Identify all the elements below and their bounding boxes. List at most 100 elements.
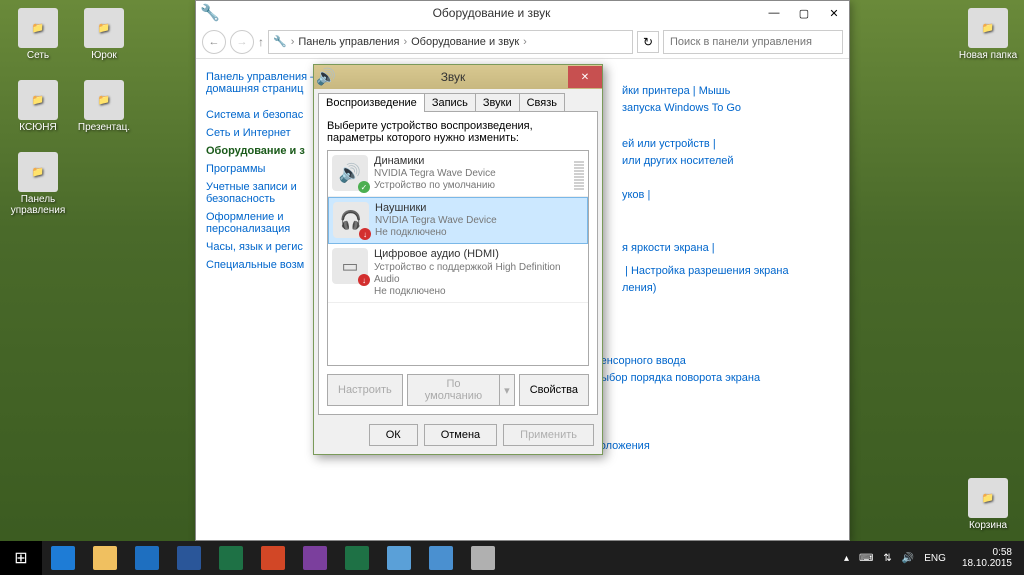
desktop-icon[interactable]: 📁 Презентац. <box>74 80 134 133</box>
folder-icon: 📁 <box>84 80 124 120</box>
app-icon <box>177 546 201 570</box>
status-badge-icon: ↓ <box>359 228 371 240</box>
link[interactable]: ей или устройств | <box>622 138 716 150</box>
desktop-icon[interactable]: 📁 КСЮНЯ <box>8 80 68 133</box>
set-default-button[interactable]: По умолчанию <box>407 374 499 406</box>
device-status: Устройство по умолчанию <box>374 180 574 192</box>
icon-label: Сеть <box>8 50 68 61</box>
folder-icon: 📁 <box>968 8 1008 48</box>
desktop-icon[interactable]: 📁Юрок <box>74 8 134 61</box>
desktop-icon[interactable]: 📁 Корзина <box>958 478 1018 531</box>
link[interactable]: ления) <box>622 282 656 294</box>
app-icon <box>219 546 243 570</box>
tray-more-icon[interactable]: ▴ <box>844 553 849 564</box>
taskbar-app-powerpoint[interactable] <box>252 541 294 575</box>
link[interactable]: Выбор порядка поворота экрана <box>594 372 760 384</box>
back-button[interactable]: ← <box>202 30 226 54</box>
taskbar-app-sound-dialog[interactable] <box>462 541 504 575</box>
folder-icon: 📁 <box>18 80 58 120</box>
folder-icon: 📁 <box>18 8 58 48</box>
device-status: Не подключено <box>374 286 584 298</box>
link[interactable]: запуска Windows To Go <box>622 102 741 114</box>
device-item[interactable]: 🎧↓НаушникиNVIDIA Tegra Wave DeviceНе под… <box>328 197 588 244</box>
device-desc: NVIDIA Tegra Wave Device <box>375 215 583 227</box>
device-item[interactable]: ▭↓ Цифровое аудио (HDMI)Устройство с подд… <box>328 244 588 302</box>
forward-button[interactable]: → <box>230 30 254 54</box>
app-icon <box>345 546 369 570</box>
taskbar-app-outlook[interactable] <box>126 541 168 575</box>
clock[interactable]: 0:58 18.10.2015 <box>956 547 1018 569</box>
ok-button[interactable]: ОК <box>369 424 418 446</box>
taskbar-app-excel[interactable] <box>210 541 252 575</box>
configure-button[interactable]: Настроить <box>327 374 403 406</box>
icon-label: КСЮНЯ <box>8 122 68 133</box>
taskbar-app-images[interactable] <box>420 541 462 575</box>
device-name: Цифровое аудио (HDMI) <box>374 248 584 261</box>
app-icon <box>135 546 159 570</box>
folder-icon: 📁 <box>968 478 1008 518</box>
taskbar: ⊞ ▴ ⌨ ⇅ 🔊 ENG 0:58 18.10.2015 <box>0 541 1024 575</box>
properties-button[interactable]: Свойства <box>519 374 589 406</box>
link[interactable]: или других носителей <box>622 155 734 167</box>
cancel-button[interactable]: Отмена <box>424 424 497 446</box>
device-desc: Устройство с поддержкой High Definition … <box>374 262 584 286</box>
folder-icon: 📁 <box>18 152 58 192</box>
tab-sounds[interactable]: Звуки <box>475 93 520 112</box>
taskbar-app-store[interactable] <box>336 541 378 575</box>
close-button[interactable]: ✕ <box>819 2 849 24</box>
status-badge-icon: ✓ <box>358 181 370 193</box>
taskbar-app-explorer[interactable] <box>84 541 126 575</box>
device-desc: NVIDIA Tegra Wave Device <box>374 168 574 180</box>
link[interactable]: я яркости экрана | <box>622 242 715 254</box>
control-panel-toolbar: ← → ↑ 🔧› Панель управления› Оборудование… <box>196 25 849 59</box>
volume-icon[interactable]: 🔊 <box>902 553 914 564</box>
taskbar-app-word[interactable] <box>168 541 210 575</box>
language-indicator[interactable]: ENG <box>924 553 946 564</box>
close-button[interactable]: ✕ <box>568 66 602 88</box>
tab-communications[interactable]: Связь <box>519 93 565 112</box>
tab-playback[interactable]: Воспроизведение <box>318 93 425 112</box>
icon-label: Корзина <box>958 520 1018 531</box>
search-input[interactable] <box>663 30 843 54</box>
sound-dialog: 🔊 Звук ✕ Воспроизведение Запись Звуки Св… <box>313 64 603 455</box>
up-button[interactable]: ↑ <box>258 35 264 49</box>
device-icon: ▭↓ <box>332 248 368 284</box>
set-default-dropdown[interactable]: ▾ <box>499 374 515 406</box>
taskbar-app-onenote[interactable] <box>294 541 336 575</box>
desktop-icon[interactable]: 📁 Сеть <box>8 8 68 61</box>
app-icon <box>51 546 75 570</box>
device-item[interactable]: 🔊✓ДинамикиNVIDIA Tegra Wave DeviceУстрой… <box>328 151 588 197</box>
icon-label: Новая папка <box>958 50 1018 61</box>
start-button[interactable]: ⊞ <box>0 541 42 575</box>
sound-dialog-titlebar[interactable]: 🔊 Звук ✕ <box>314 65 602 89</box>
minimize-button[interactable]: — <box>759 2 789 24</box>
app-icon <box>93 546 117 570</box>
link[interactable]: | Настройка разрешения экрана <box>625 265 789 277</box>
apply-button[interactable]: Применить <box>503 424 594 446</box>
desktop-icon[interactable]: 📁Панель управления <box>8 152 68 216</box>
device-icon: 🔊✓ <box>332 155 368 191</box>
network-icon[interactable]: ⇅ <box>883 553 891 564</box>
instruction-text: Выберите устройство воспроизведения, пар… <box>327 120 589 144</box>
device-name: Наушники <box>375 202 583 215</box>
taskbar-app-control-panel[interactable] <box>378 541 420 575</box>
keyboard-icon[interactable]: ⌨ <box>859 553 873 564</box>
maximize-button[interactable]: ▢ <box>789 2 819 24</box>
icon-label: Презентац. <box>74 122 134 133</box>
sound-tabs: Воспроизведение Запись Звуки Связь <box>314 89 602 112</box>
tab-recording[interactable]: Запись <box>424 93 476 112</box>
device-list[interactable]: 🔊✓ДинамикиNVIDIA Tegra Wave DeviceУстрой… <box>327 150 589 366</box>
breadcrumb[interactable]: 🔧› Панель управления› Оборудование и зву… <box>268 30 633 54</box>
control-panel-titlebar[interactable]: 🔧 Оборудование и звук — ▢ ✕ <box>196 1 849 25</box>
taskbar-app-ie[interactable] <box>42 541 84 575</box>
level-meter <box>574 155 584 192</box>
desktop-icon[interactable]: 📁 Новая папка <box>958 8 1018 61</box>
icon-label: Панель управления <box>8 194 68 216</box>
app-icon <box>303 546 327 570</box>
device-status: Не подключено <box>375 227 583 239</box>
app-icon <box>387 546 411 570</box>
link[interactable]: уков | <box>622 189 650 201</box>
status-badge-icon: ↓ <box>358 274 370 286</box>
link[interactable]: йки принтера | Мышь <box>622 85 730 97</box>
refresh-button[interactable]: ↻ <box>637 31 659 53</box>
